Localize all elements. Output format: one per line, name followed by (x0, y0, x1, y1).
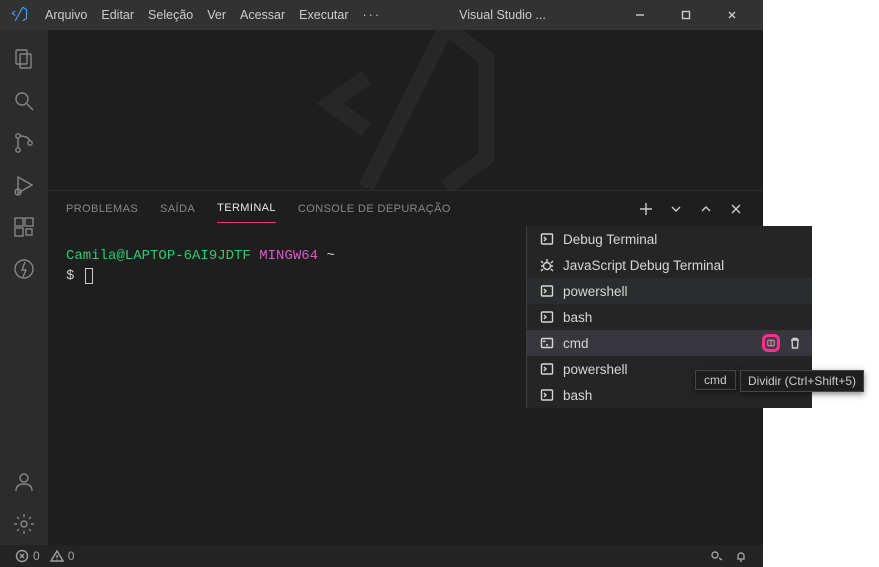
bug-icon (539, 257, 555, 273)
split-tooltip: Dividir (Ctrl+Shift+5) (740, 370, 864, 392)
split-terminal-button[interactable] (762, 334, 780, 352)
vscode-window: Arquivo Editar Seleção Ver Acessar Execu… (0, 0, 763, 567)
terminal-profile-label: powershell (563, 284, 804, 299)
panel-actions (637, 200, 745, 218)
terminal-icon (539, 309, 555, 325)
menu-arquivo[interactable]: Arquivo (38, 8, 94, 22)
terminal-item-actions (762, 334, 804, 352)
status-bar: 0 0 (0, 545, 763, 567)
tab-problems[interactable]: PROBLEMAS (66, 195, 138, 223)
terminal-prompt: $ (66, 268, 74, 284)
power-icon[interactable] (0, 248, 48, 290)
titlebar: Arquivo Editar Seleção Ver Acessar Execu… (0, 0, 763, 30)
close-button[interactable] (709, 0, 755, 30)
tab-terminal[interactable]: TERMINAL (217, 194, 276, 223)
panel-tabs: PROBLEMAS SAÍDA TERMINAL CONSOLE DE DEPU… (48, 191, 763, 226)
activity-bar (0, 30, 48, 545)
menu-selecao[interactable]: Seleção (141, 8, 200, 22)
source-control-icon[interactable] (0, 122, 48, 164)
terminal-profile-label: JavaScript Debug Terminal (563, 258, 804, 273)
terminal-name-badge: cmd (695, 370, 736, 390)
terminal-system: MINGW64 (259, 248, 318, 264)
terminal-icon (539, 231, 555, 247)
status-bell-icon[interactable] (729, 549, 753, 563)
vscode-logo-icon (10, 5, 28, 26)
accounts-icon[interactable] (0, 461, 48, 503)
terminal-profile-label: bash (563, 310, 804, 325)
maximize-button[interactable] (663, 0, 709, 30)
menu-executar[interactable]: Executar (292, 8, 355, 22)
terminal-path: ~ (326, 248, 334, 264)
editor-area (48, 30, 763, 190)
vscode-watermark-icon (306, 30, 506, 190)
panel-body: Camila@LAPTOP-6AI9JDTF MINGW64 ~ $ Debu (48, 226, 763, 545)
search-icon[interactable] (0, 80, 48, 122)
cmd-icon (539, 335, 555, 351)
warning-icon (50, 549, 64, 563)
terminal-icon (539, 361, 555, 377)
menu-acessar[interactable]: Acessar (233, 8, 292, 22)
terminal-profile-label: Debug Terminal (563, 232, 804, 247)
close-panel-button[interactable] (727, 200, 745, 218)
tab-output[interactable]: SAÍDA (160, 195, 195, 223)
terminal-profile-label: cmd (563, 336, 754, 351)
status-errors-count: 0 (33, 549, 40, 563)
terminal-profile-item-javascript-debug-terminal[interactable]: JavaScript Debug Terminal (527, 252, 812, 278)
extensions-icon[interactable] (0, 206, 48, 248)
new-terminal-button[interactable] (637, 200, 655, 218)
status-warnings[interactable]: 0 (45, 549, 80, 563)
settings-gear-icon[interactable] (0, 503, 48, 545)
terminal-icon (539, 283, 555, 299)
tab-debug-console[interactable]: CONSOLE DE DEPURAÇÃO (298, 195, 451, 223)
terminal-icon (539, 387, 555, 403)
trash-icon[interactable] (786, 334, 804, 352)
status-feedback-icon[interactable] (705, 549, 729, 563)
status-warnings-count: 0 (68, 549, 75, 563)
terminal-profile-item-bash[interactable]: bash (527, 304, 812, 330)
panel: PROBLEMAS SAÍDA TERMINAL CONSOLE DE DEPU… (48, 190, 763, 545)
menu-ver[interactable]: Ver (200, 8, 233, 22)
minimize-button[interactable] (617, 0, 663, 30)
window-controls (617, 0, 755, 30)
terminal-cursor (85, 268, 93, 284)
terminal-profile-item-debug-terminal[interactable]: Debug Terminal (527, 226, 812, 252)
error-icon (15, 549, 29, 563)
run-debug-icon[interactable] (0, 164, 48, 206)
terminal-user: Camila@LAPTOP-6AI9JDTF (66, 248, 251, 264)
explorer-icon[interactable] (0, 38, 48, 80)
terminal-profile-item-powershell[interactable]: powershell (527, 278, 812, 304)
menu-overflow-icon[interactable]: ··· (356, 8, 389, 22)
window-title: Visual Studio ... (388, 8, 617, 22)
chevron-up-icon[interactable] (697, 200, 715, 218)
terminal-profile-item-cmd[interactable]: cmd (527, 330, 812, 356)
menu-editar[interactable]: Editar (94, 8, 141, 22)
status-errors[interactable]: 0 (10, 549, 45, 563)
terminal-dropdown-chevron-icon[interactable] (667, 200, 685, 218)
